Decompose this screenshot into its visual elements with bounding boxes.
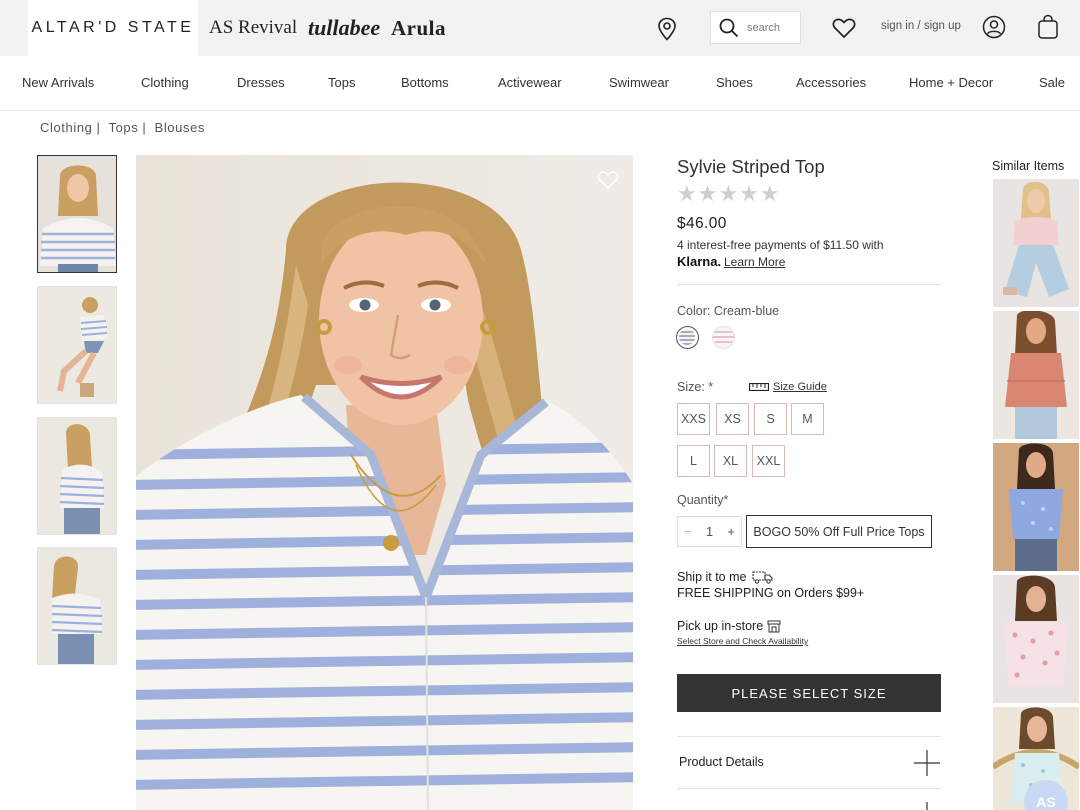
breadcrumb-tops[interactable]: Tops (108, 120, 138, 135)
brand-arula[interactable]: Arula (391, 0, 446, 56)
nav-swimwear[interactable]: Swimwear (609, 75, 669, 90)
nav-sale[interactable]: Sale (1039, 75, 1065, 90)
nav-tops[interactable]: Tops (328, 75, 355, 90)
quantity-label: Quantity* (677, 493, 729, 507)
quantity-increase-button[interactable]: + (727, 524, 735, 539)
signin-link[interactable]: sign in / sign up (881, 20, 961, 32)
color-swatch-cream-blue[interactable] (676, 326, 699, 349)
size-option-xxs[interactable]: XXS (677, 403, 710, 435)
accordion-product-details[interactable]: Product Details (677, 736, 941, 788)
search-icon (719, 18, 739, 37)
pickup-in-store-label: Pick up in-store (677, 619, 764, 633)
quantity-stepper: − 1 + (677, 516, 742, 547)
rating-stars[interactable]: ★★★★★ (677, 181, 781, 207)
nav-new-arrivals[interactable]: New Arrivals (22, 75, 94, 90)
brand-altard-state-label: ALTAR'D STATE (31, 19, 195, 36)
klarna-logo: Klarna. (677, 254, 722, 269)
size-label: Size: * (677, 380, 714, 394)
breadcrumb-separator: | (142, 120, 147, 135)
divider (677, 284, 941, 285)
brand-arula-label: Arula (391, 15, 446, 40)
ship-to-me-label: Ship it to me (677, 570, 747, 584)
klarna-learn-more-link[interactable]: Learn More (724, 255, 785, 269)
size-option-xxl[interactable]: XXL (752, 445, 785, 477)
truck-icon (752, 571, 774, 584)
quantity-decrease-button[interactable]: − (684, 524, 692, 539)
main-nav: New Arrivals Clothing Dresses Tops Botto… (0, 56, 1080, 111)
search-placeholder: search (747, 21, 781, 34)
klarna-installments-text: 4 interest-free payments of $11.50 with (677, 238, 884, 252)
nav-clothing[interactable]: Clothing (141, 75, 189, 90)
quantity-value[interactable]: 1 (706, 524, 713, 539)
pickup-in-store-option[interactable]: Pick up in-store (677, 619, 781, 633)
color-swatch-cream-pink[interactable] (712, 326, 735, 349)
ruler-icon (749, 383, 769, 391)
nav-accessories[interactable]: Accessories (796, 75, 866, 90)
similar-items-title: Similar Items (992, 159, 1065, 173)
nav-dresses[interactable]: Dresses (237, 75, 285, 90)
accordion-next-section[interactable] (677, 788, 941, 810)
select-store-link[interactable]: Select Store and Check Availability (677, 636, 808, 646)
product-thumbnail-3[interactable] (37, 417, 117, 535)
top-bar: ALTAR'D STATE AS Revival tullabee Arula … (0, 0, 1080, 56)
brand-altard-state[interactable]: ALTAR'D STATE (28, 0, 198, 56)
product-thumbnail-4[interactable] (37, 547, 117, 665)
breadcrumb-separator: | (96, 120, 101, 135)
nav-home-decor[interactable]: Home + Decor (909, 75, 993, 90)
product-thumbnail-2[interactable] (37, 286, 117, 404)
similar-item-1[interactable] (993, 179, 1079, 307)
brand-tullabee-label: tullabee (308, 15, 381, 40)
nav-shoes[interactable]: Shoes (716, 75, 753, 90)
size-option-m[interactable]: M (791, 403, 824, 435)
brand-as-revival-label: AS Revival (209, 17, 298, 38)
size-guide-label: Size Guide (773, 381, 827, 393)
expand-plus-icon (914, 750, 940, 776)
similar-item-3[interactable] (993, 443, 1079, 571)
size-option-xs[interactable]: XS (716, 403, 749, 435)
brand-as-revival[interactable]: AS Revival (209, 0, 297, 56)
product-thumbnail-1[interactable] (37, 155, 117, 273)
expand-plus-icon (926, 802, 928, 810)
add-to-bag-button[interactable]: PLEASE SELECT SIZE (677, 674, 941, 712)
color-label: Color: Cream-blue (677, 304, 780, 318)
similar-item-4[interactable] (993, 575, 1079, 703)
product-price: $46.00 (677, 215, 727, 232)
breadcrumb-blouses[interactable]: Blouses (155, 120, 205, 135)
accordion-product-details-label: Product Details (679, 755, 764, 769)
add-to-wishlist-heart-icon[interactable] (596, 168, 620, 192)
size-option-xl[interactable]: XL (714, 445, 747, 477)
wishlist-heart-icon[interactable] (831, 15, 857, 41)
size-option-l[interactable]: L (677, 445, 710, 477)
breadcrumb-clothing[interactable]: Clothing (40, 120, 93, 135)
ship-to-me-option[interactable]: Ship it to me (677, 570, 774, 584)
nav-bottoms[interactable]: Bottoms (401, 75, 449, 90)
account-icon[interactable] (982, 15, 1006, 39)
promo-badge: BOGO 50% Off Full Price Tops (746, 515, 932, 548)
product-main-image[interactable] (136, 155, 633, 810)
brand-tullabee[interactable]: tullabee (308, 0, 380, 56)
bag-icon[interactable] (1036, 14, 1060, 40)
free-shipping-text: FREE SHIPPING on Orders $99+ (677, 586, 865, 600)
search-input[interactable]: search (710, 11, 801, 44)
nav-activewear[interactable]: Activewear (498, 75, 562, 90)
product-title: Sylvie Striped Top (677, 156, 825, 177)
store-locator-icon[interactable] (654, 16, 680, 42)
size-guide-link[interactable]: Size Guide (749, 381, 827, 393)
breadcrumb: Clothing | Tops | Blouses (40, 120, 209, 135)
similar-item-2[interactable] (993, 311, 1079, 439)
store-icon (767, 620, 781, 632)
size-option-s[interactable]: S (754, 403, 787, 435)
